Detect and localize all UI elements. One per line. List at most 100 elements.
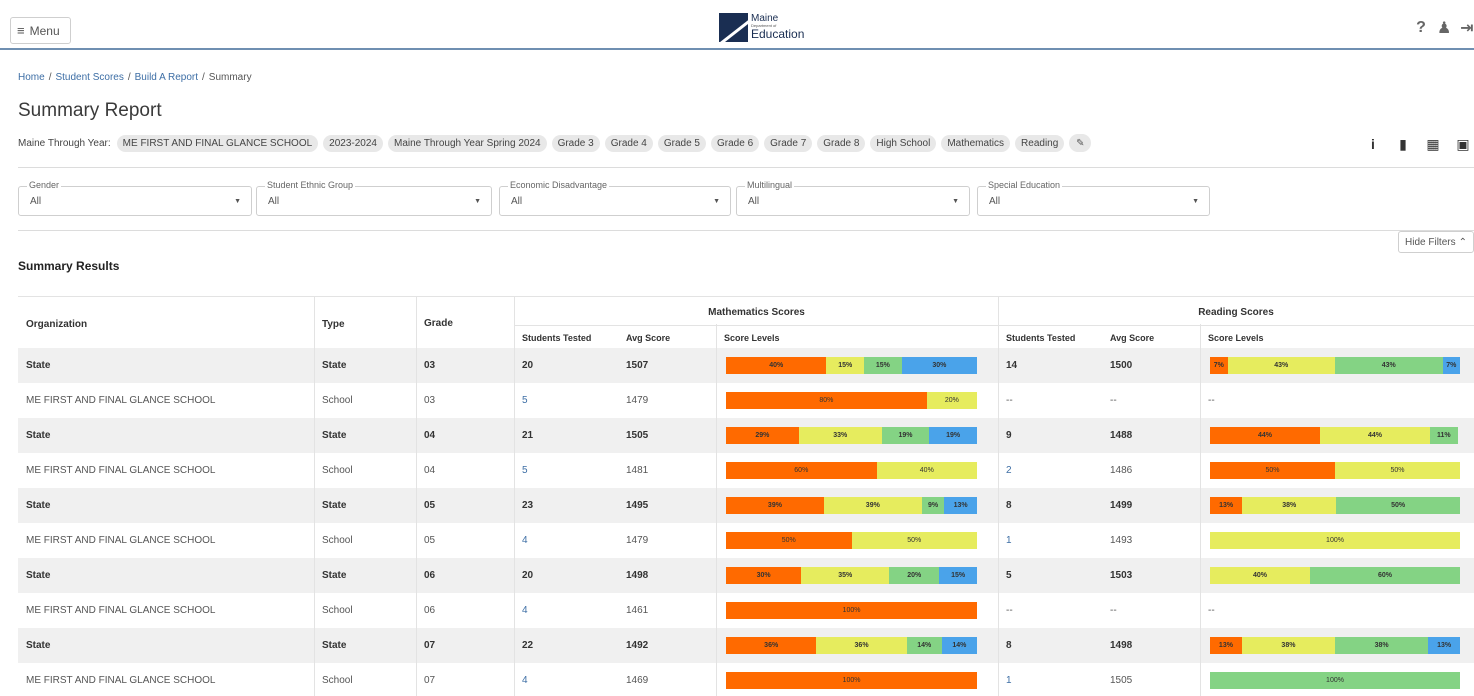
- score-level-label: 38%: [1282, 502, 1297, 509]
- criteria-chip[interactable]: Grade 3: [551, 134, 600, 152]
- score-level-1-segment: 100%: [726, 672, 977, 689]
- reading-score-levels-empty: --: [1208, 395, 1215, 406]
- reading-students-tested-cell: 5: [1006, 570, 1012, 581]
- grade-cell: 04: [424, 465, 436, 476]
- column-divider: [998, 296, 999, 696]
- criteria-chip[interactable]: 2023-2024: [323, 134, 383, 152]
- criteria-chip[interactable]: Maine Through Year Spring 2024: [387, 134, 547, 152]
- score-level-label: 30%: [932, 362, 947, 369]
- score-level-label: 50%: [1390, 467, 1405, 474]
- hide-filters-button[interactable]: Hide Filters ⌃: [1398, 231, 1474, 253]
- criteria-chip[interactable]: Grade 8: [817, 134, 866, 152]
- filter-economic-disadvantage[interactable]: Economic Disadvantage All ▼: [499, 180, 731, 216]
- math-students-tested-cell[interactable]: 4: [522, 523, 528, 558]
- header-type[interactable]: Type: [322, 319, 345, 330]
- logo-mark-icon: [719, 12, 748, 42]
- info-icon[interactable]: i: [1362, 134, 1384, 154]
- math-students-tested-cell: 23: [522, 500, 534, 511]
- score-level-4-segment: 19%: [929, 427, 977, 444]
- criteria-chip[interactable]: Grade 6: [711, 134, 760, 152]
- header-reading-students-tested[interactable]: Students Tested: [1006, 333, 1075, 343]
- m-score-levels-bar: 40% 15% 15% 30%: [726, 357, 977, 374]
- header-organization[interactable]: Organization: [26, 319, 87, 330]
- type-cell: State: [322, 500, 347, 511]
- score-level-1-segment: 80%: [726, 392, 927, 409]
- math-students-tested-cell[interactable]: 4: [522, 593, 528, 628]
- score-level-1-segment: 60%: [726, 462, 877, 479]
- caret-down-icon: ▼: [713, 198, 720, 205]
- math-students-tested-cell: 20: [522, 360, 534, 371]
- criteria-chip[interactable]: Mathematics: [941, 134, 1011, 152]
- header-reading-avg-score[interactable]: Avg Score: [1110, 333, 1154, 343]
- criteria-chip[interactable]: Grade 7: [764, 134, 813, 152]
- filter-gender[interactable]: Gender All ▼: [18, 180, 252, 216]
- type-cell: School: [322, 605, 353, 616]
- organization-cell: State: [26, 360, 51, 371]
- bookmark-icon[interactable]: ▮: [1392, 134, 1414, 154]
- breadcrumb-build-a-report[interactable]: Build A Report: [135, 72, 198, 83]
- hamburger-icon: ≡: [17, 23, 25, 38]
- table-row: State State 04 21 1505 29% 33% 19% 19% 9 1488 44% 44…: [18, 418, 1474, 453]
- reading-avg-score-cell: 1486: [1110, 465, 1133, 476]
- reading-students-tested-cell[interactable]: 2: [1006, 453, 1012, 488]
- reading-students-tested-cell: 8: [1006, 500, 1012, 511]
- grade-cell: 05: [424, 500, 436, 511]
- reading-students-tested-cell[interactable]: 1: [1006, 663, 1012, 696]
- filter-student-ethnic-group[interactable]: Student Ethnic Group All ▼: [256, 180, 492, 216]
- header-math-students-tested[interactable]: Students Tested: [522, 333, 591, 343]
- breadcrumb-student-scores[interactable]: Student Scores: [55, 72, 123, 83]
- criteria-chip[interactable]: Reading: [1015, 134, 1065, 152]
- criteria-chip[interactable]: Grade 5: [657, 134, 706, 152]
- table-row: ME FIRST AND FINAL GLANCE SCHOOL School 06…: [18, 593, 1474, 628]
- math-avg-score-cell: 1505: [626, 430, 649, 441]
- header-math-avg-score[interactable]: Avg Score: [626, 333, 670, 343]
- maine-doe-logo[interactable]: Maine Department of Education: [719, 12, 804, 42]
- table-row: ME FIRST AND FINAL GLANCE SCHOOL School 03…: [18, 383, 1474, 418]
- math-avg-score-cell: 1507: [626, 360, 649, 371]
- criteria-chip[interactable]: ME FIRST AND FINAL GLANCE SCHOOL: [116, 134, 319, 152]
- excel-icon[interactable]: ▣: [1452, 134, 1474, 154]
- score-level-1-segment: 39%: [726, 497, 824, 514]
- r-score-levels-bar: 100%: [1210, 672, 1460, 689]
- menu-button-label: Menu: [29, 23, 60, 38]
- reading-students-tested-cell: 8: [1006, 640, 1012, 651]
- logout-icon[interactable]: ⇥: [1460, 18, 1474, 38]
- reading-students-tested-cell[interactable]: 1: [1006, 523, 1012, 558]
- filter-special-education[interactable]: Special Education All ▼: [977, 180, 1210, 216]
- header-grade[interactable]: Grade: [424, 318, 453, 329]
- math-avg-score-cell: 1498: [626, 570, 649, 581]
- score-level-label: 39%: [767, 502, 782, 509]
- organization-cell: State: [26, 430, 51, 441]
- score-level-label: 38%: [1374, 642, 1389, 649]
- math-students-tested-cell[interactable]: 5: [522, 383, 528, 418]
- reading-avg-score-cell: 1498: [1110, 640, 1133, 651]
- breadcrumb-current: Summary: [208, 72, 252, 83]
- score-level-label: 44%: [1257, 432, 1272, 439]
- report-criteria: Maine Through Year: ME FIRST AND FINAL G…: [18, 134, 1092, 152]
- header-reading-group: Reading Scores: [1198, 307, 1274, 318]
- organization-cell: ME FIRST AND FINAL GLANCE SCHOOL: [26, 675, 216, 686]
- top-bar: ≡ Menu Maine Department of Education ? ♟…: [0, 0, 1474, 50]
- math-students-tested-cell[interactable]: 4: [522, 663, 528, 696]
- math-students-tested-cell[interactable]: 5: [522, 453, 528, 488]
- score-level-1-segment: 40%: [726, 357, 827, 374]
- breadcrumb-home[interactable]: Home: [18, 72, 45, 83]
- help-icon[interactable]: ?: [1414, 19, 1428, 37]
- score-level-3-segment: 11%: [1430, 427, 1458, 444]
- criteria-chip[interactable]: Grade 4: [604, 134, 653, 152]
- math-avg-score-cell: 1479: [626, 395, 649, 406]
- organization-cell: State: [26, 500, 51, 511]
- r-score-levels-bar: 13% 38% 38% 13%: [1210, 637, 1460, 654]
- score-level-1-segment: 50%: [726, 532, 852, 549]
- criteria-chip[interactable]: High School: [870, 134, 937, 152]
- table-row: ME FIRST AND FINAL GLANCE SCHOOL School 05…: [18, 523, 1474, 558]
- menu-button[interactable]: ≡ Menu: [10, 17, 71, 44]
- edit-criteria-button[interactable]: ✎: [1069, 134, 1092, 152]
- score-level-label: 50%: [781, 537, 796, 544]
- score-level-label: 15%: [838, 362, 853, 369]
- score-level-2-segment: 44%: [1320, 427, 1430, 444]
- filter-multilingual[interactable]: Multilingual All ▼: [736, 180, 970, 216]
- m-score-levels-bar: 80% 20%: [726, 392, 977, 409]
- user-icon[interactable]: ♟: [1437, 18, 1451, 38]
- pdf-icon[interactable]: ▦: [1422, 134, 1444, 154]
